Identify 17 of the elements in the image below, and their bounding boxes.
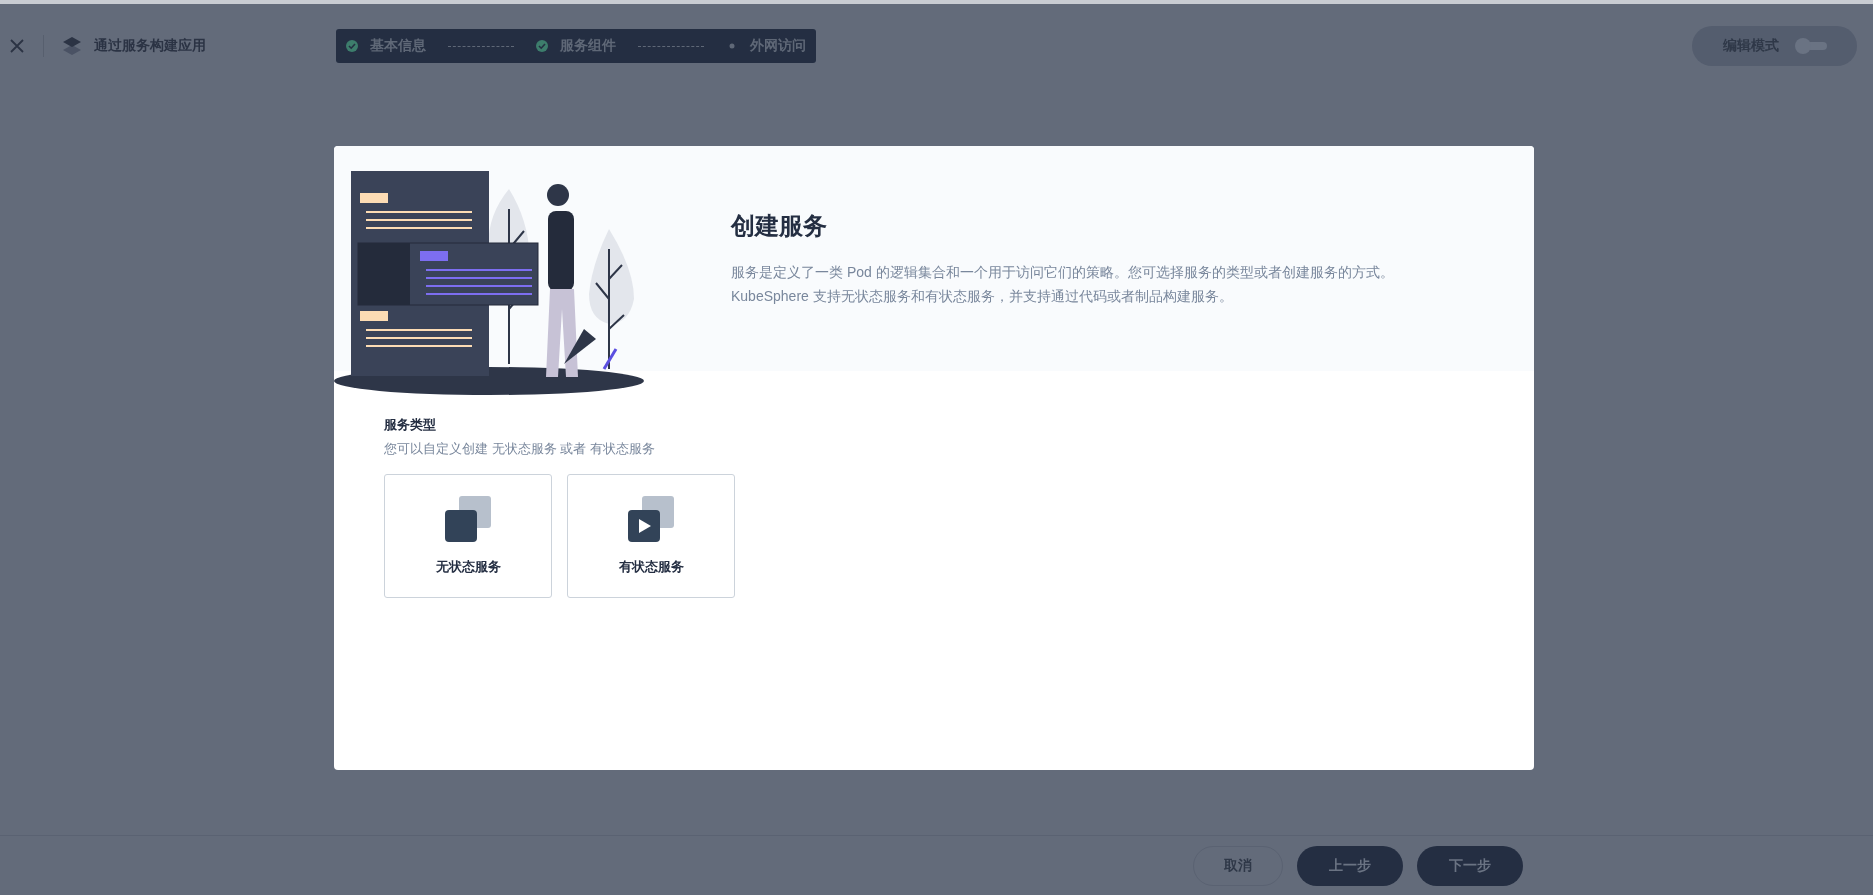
step-label: 基本信息 (370, 37, 426, 55)
play-squares-icon (628, 496, 674, 542)
service-type-card[interactable]: 有状态服务 (567, 474, 735, 598)
footer-button[interactable]: 下一步 (1417, 845, 1523, 886)
step-label: 服务组件 (560, 37, 616, 55)
dialog-title: 创建服务 (731, 211, 828, 241)
section-label: 服务类型 (384, 416, 437, 434)
page-title: 通过服务构建应用 (94, 37, 206, 55)
layers-icon (62, 37, 82, 55)
footer-button[interactable]: 上一步 (1297, 845, 1403, 886)
dialog-description: KubeSphere 支持无状态服务和有状态服务，并支持通过代码或者制品构建服务。 (731, 287, 1234, 306)
dialog-description: 服务是定义了一类 Pod 的逻辑集合和一个用于访问它们的策略。您可选择服务的类型或者创建服务的方式。 (731, 263, 1394, 282)
stacked-squares-icon (445, 496, 491, 542)
close-icon[interactable] (9, 38, 25, 54)
section-hint: 您可以自定义创建 无状态服务 或者 有状态服务 (384, 440, 656, 458)
step-label: 外网访问 (750, 37, 806, 55)
service-type-card[interactable]: 无状态服务 (384, 474, 552, 598)
